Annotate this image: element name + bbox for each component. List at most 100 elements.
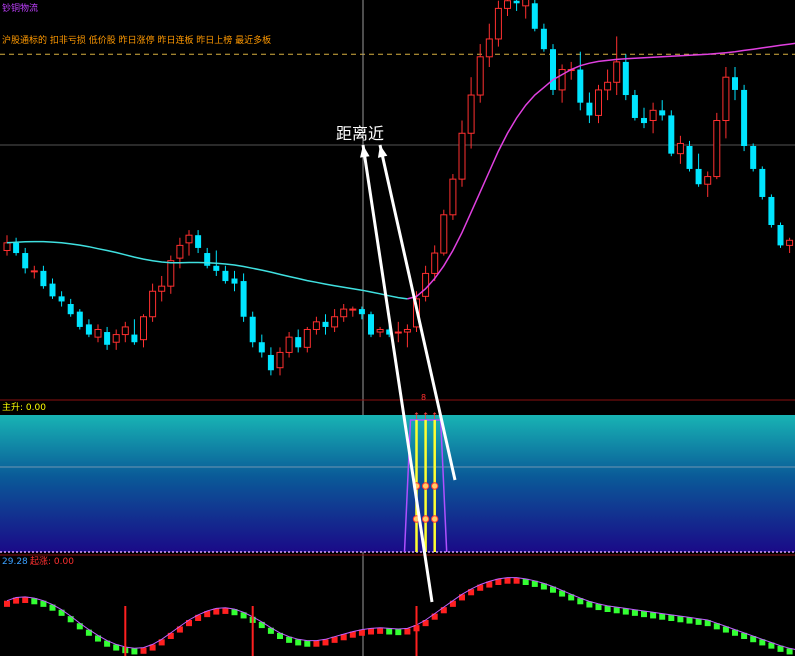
candle-body [713, 120, 721, 178]
histogram-bar [513, 577, 520, 584]
candle-body [149, 290, 157, 318]
candle-body [231, 278, 238, 284]
candle-body [185, 234, 193, 244]
candle-body [759, 168, 766, 197]
candle-body [422, 272, 430, 297]
histogram-bar [304, 640, 311, 647]
candle-body [467, 94, 475, 134]
histogram-bar [295, 639, 302, 646]
candle-body [249, 316, 256, 343]
candle-body [104, 332, 111, 345]
candle-body [213, 265, 220, 271]
candle-body [786, 239, 794, 246]
candle-body [676, 142, 684, 155]
candle-body [440, 214, 448, 254]
candle-body [49, 283, 56, 297]
candle-body [577, 69, 584, 103]
histogram-bar [313, 640, 320, 647]
candle-body [94, 328, 102, 338]
panel2-label: 主升: 0.00 [2, 401, 46, 413]
stock-chart[interactable]: 钞铜物流沪股通标的 扣非亏损 低价股 昨日涨停 昨日连板 昨日上榜 最近多板距离… [0, 0, 795, 656]
candle-body [750, 146, 757, 169]
candle-body [76, 311, 83, 327]
candle-body [176, 244, 184, 259]
histogram-bar [368, 628, 374, 635]
candle-body [458, 132, 466, 180]
histogram-bar [668, 614, 675, 621]
candle-body [504, 0, 511, 9]
histogram-bar [140, 647, 147, 654]
candle-body [67, 304, 74, 315]
histogram-bar [395, 629, 402, 636]
histogram-bar [677, 616, 684, 623]
candle-body [322, 321, 329, 327]
histogram-bar [695, 618, 702, 625]
candle-body [312, 321, 320, 330]
candle-body [30, 270, 38, 273]
candle-body [741, 89, 748, 146]
candle-body [349, 308, 357, 311]
candle-body [112, 334, 120, 343]
candle-body [704, 176, 712, 185]
annotation-text: 距离近 [336, 124, 384, 143]
candle-body [204, 253, 211, 266]
candle-body [595, 89, 602, 116]
indicator-area [0, 415, 795, 552]
histogram-bar [322, 639, 329, 646]
candle-body [13, 242, 20, 254]
candle-body [85, 324, 92, 335]
histogram-bar [222, 607, 229, 614]
candle-body [485, 38, 493, 58]
candle-body [768, 196, 775, 225]
candle-body [732, 77, 738, 90]
candle-body [131, 334, 138, 343]
candle-body [276, 351, 284, 369]
candle-body [513, 0, 520, 4]
arrow-up-icon: ↑ [431, 412, 439, 422]
candle-body [522, 0, 530, 7]
candle-body [722, 76, 730, 122]
candle-body [368, 314, 374, 335]
candle-body [613, 61, 621, 83]
histogram-bar [631, 609, 638, 616]
signal-marker [421, 482, 430, 490]
candle-body [58, 296, 65, 302]
candle-body [358, 309, 365, 315]
histogram-bar [504, 577, 511, 584]
candle-body [550, 49, 556, 90]
tags-label: 沪股通标的 扣非亏损 低价股 昨日涨停 昨日连板 昨日上榜 最近多板 [2, 34, 271, 46]
arrow-up-icon: ↑ [422, 412, 430, 422]
signal-marker [431, 482, 439, 490]
panel3-value: 29.28 [2, 557, 28, 567]
candle-body [240, 281, 247, 317]
arrow-up-icon: ↑ [413, 412, 421, 422]
histogram-bar [622, 608, 629, 615]
candle-body [540, 28, 547, 50]
candle-body [340, 308, 348, 318]
candle-body [121, 326, 129, 336]
histogram-bar [604, 605, 611, 612]
candle-body [686, 146, 693, 169]
candle-body [331, 316, 339, 328]
histogram-bar [404, 628, 411, 635]
panel2-marker: 8 [421, 393, 426, 402]
candle-body [531, 3, 538, 29]
candle-body [303, 328, 311, 348]
candle-body [494, 7, 502, 40]
histogram-bar [613, 607, 620, 614]
candle-body [258, 342, 265, 353]
candle-body [285, 336, 293, 353]
signal-marker [431, 515, 439, 523]
candle-body [604, 81, 612, 91]
candle-body [40, 270, 47, 287]
candle-body [649, 109, 657, 122]
panel3-label: 起涨: 0.00 [30, 556, 74, 567]
candle-body [631, 95, 638, 118]
candle-body [431, 252, 439, 274]
candle-body [167, 260, 175, 287]
candle-body [295, 337, 302, 348]
candle-body [659, 110, 666, 116]
candle-body [449, 178, 457, 216]
candle-body [403, 328, 411, 333]
histogram-bar [650, 612, 657, 619]
